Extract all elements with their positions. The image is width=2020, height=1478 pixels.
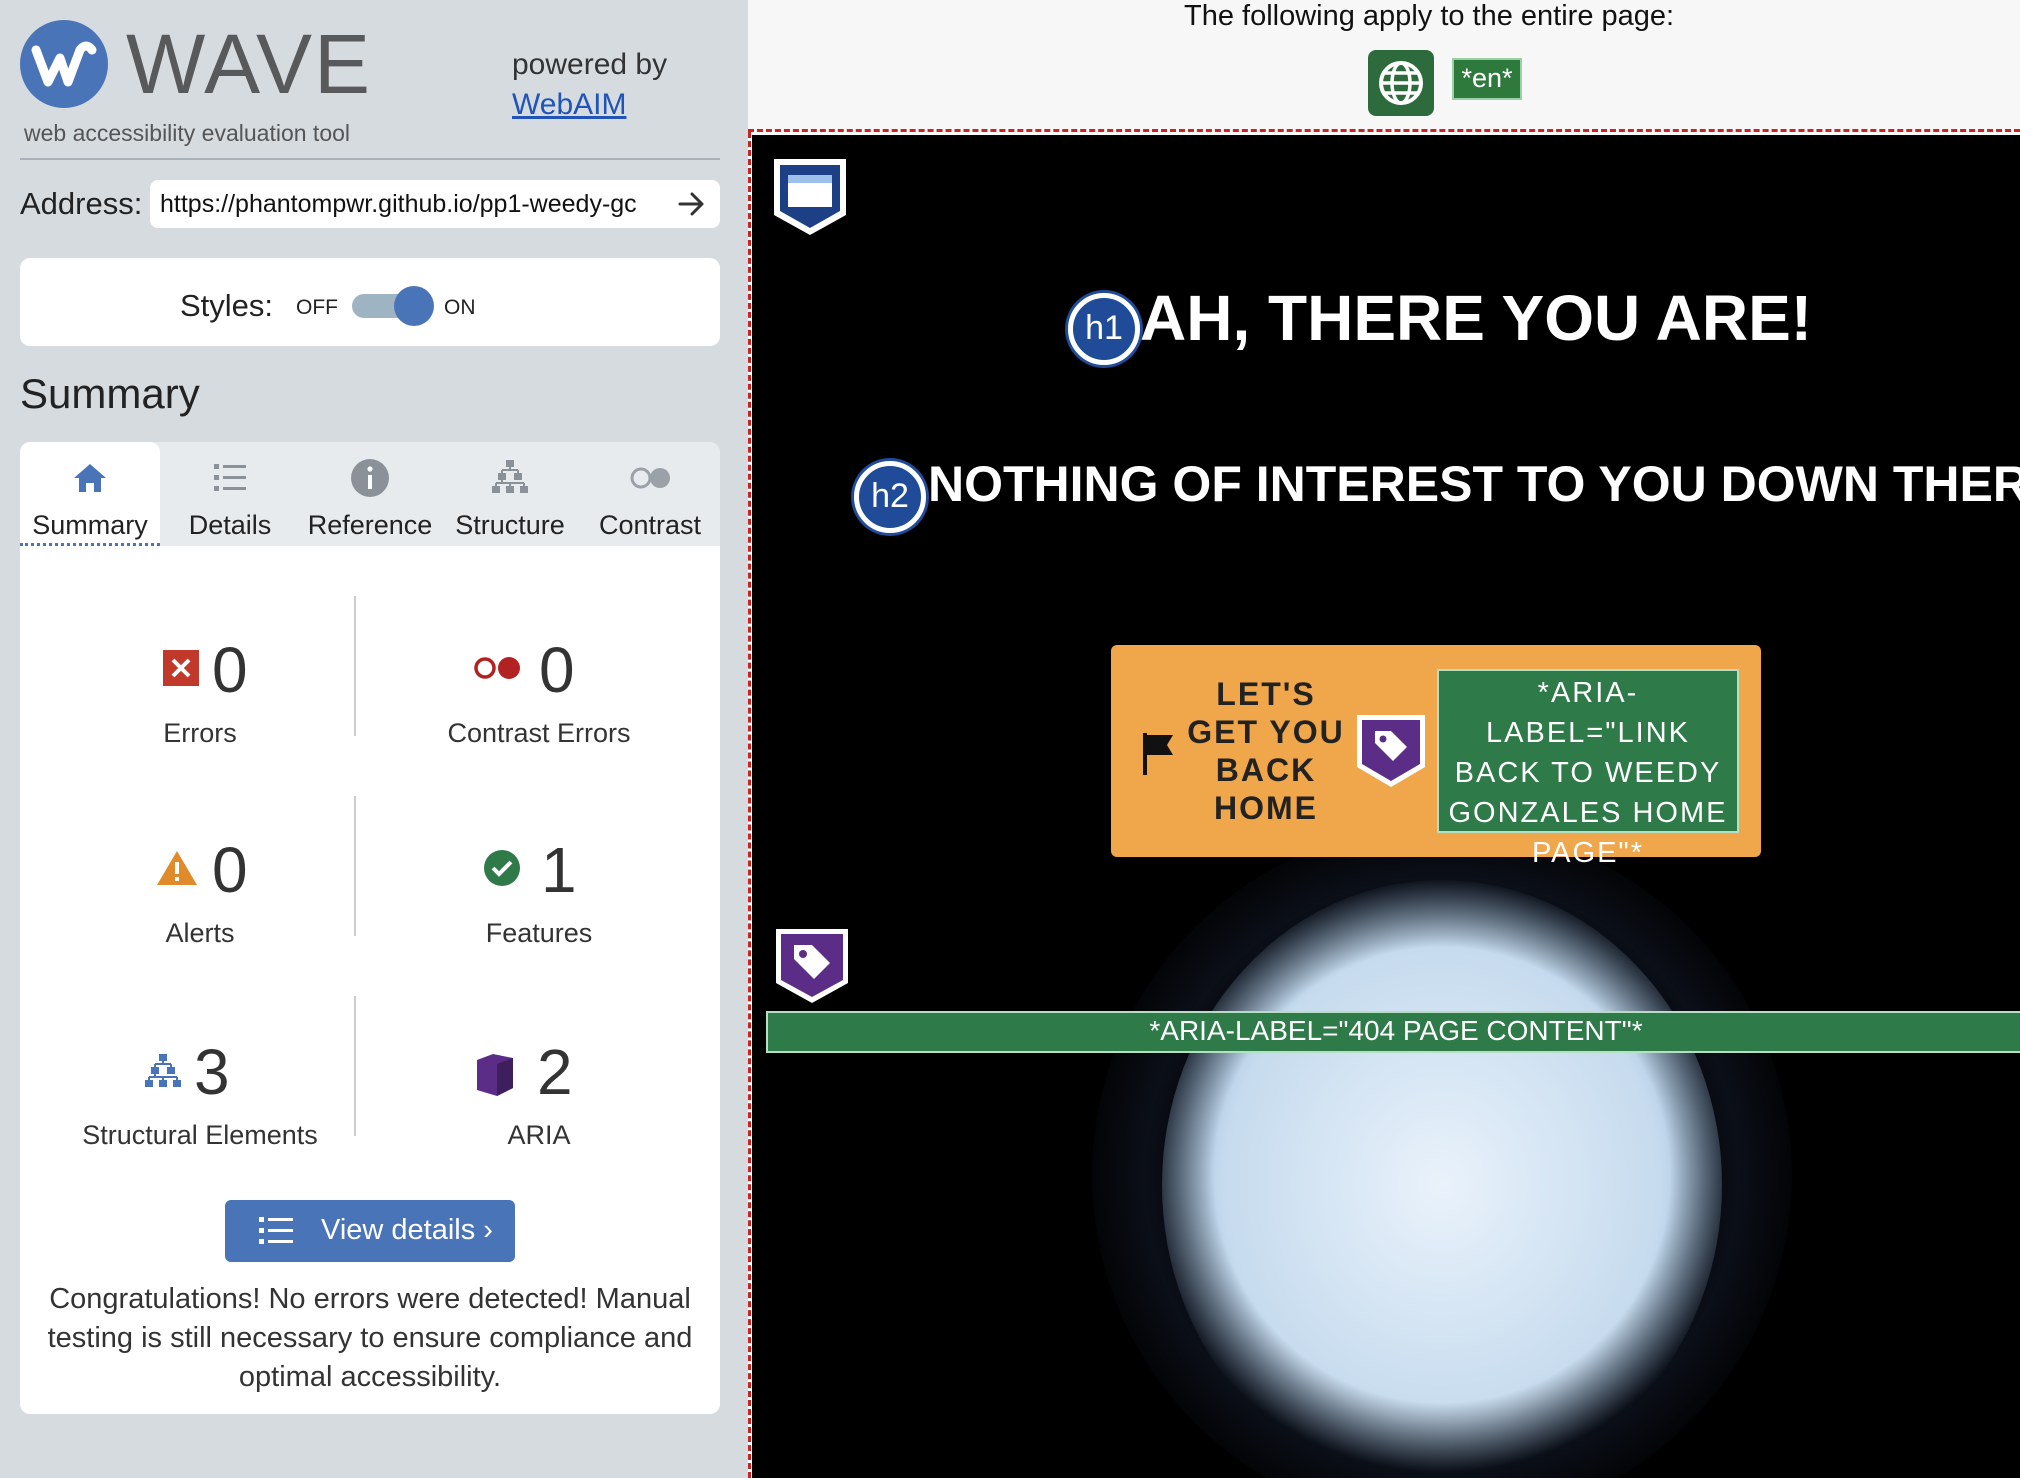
address-input[interactable] [150, 180, 720, 228]
stat-label: Errors [163, 718, 237, 748]
arrow-right-icon[interactable] [672, 184, 712, 224]
feature-check-icon [479, 848, 525, 894]
tab-reference[interactable]: Reference [300, 442, 440, 546]
aria-tag-icon[interactable] [772, 925, 852, 1007]
aria-label-annotation: *ARIA-LABEL="404 PAGE CONTENT"* [766, 1011, 2020, 1053]
stat-count: 2 [537, 1036, 573, 1108]
tab-label: Structure [455, 510, 565, 540]
wave-sidebar: WAVE web accessibility evaluation tool p… [0, 0, 748, 1478]
alert-icon [154, 848, 200, 894]
styles-label: Styles: [180, 288, 274, 323]
toggle-knob[interactable] [394, 286, 434, 326]
stat-label: Structural Elements [82, 1120, 318, 1150]
divider [354, 796, 356, 936]
powered-by-text: powered by [512, 48, 668, 81]
aria-cube-icon [471, 1050, 517, 1096]
logo-tagline: web accessibility evaluation tool [24, 120, 351, 146]
aria-tag-icon[interactable] [1353, 711, 1429, 791]
globe-icon[interactable] [1368, 50, 1434, 116]
heading-h1: AH, THERE YOU ARE! [1140, 282, 1813, 354]
address-label: Address: [20, 186, 143, 221]
structure-icon [140, 1050, 186, 1096]
view-details-button[interactable]: View details › [225, 1200, 515, 1262]
back-home-link[interactable]: LET'S GET YOU BACK HOME *ARIA-LABEL="LIN… [1111, 645, 1761, 869]
tab-label: Summary [32, 510, 148, 540]
summary-panel: 0 Errors 0 Contrast Errors 0 Alerts 1 Fe… [20, 546, 720, 1414]
h2-badge[interactable]: h2 [854, 461, 926, 533]
webaim-link[interactable]: WebAIM [512, 88, 626, 122]
home-icon [68, 456, 112, 500]
tab-summary[interactable]: Summary [20, 442, 160, 546]
tab-label: Contrast [598, 510, 702, 540]
list-icon [257, 1214, 295, 1248]
page-apply-text: The following apply to the entire page: [1184, 0, 1675, 32]
stat-count: 0 [539, 634, 575, 706]
view-details-label: View details › [321, 1214, 493, 1246]
flag-icon [1139, 731, 1177, 777]
stat-count: 1 [541, 834, 577, 906]
panel-tabs: Summary Details Reference Structure Cont… [20, 442, 720, 546]
contrast-error-icon [471, 648, 527, 694]
aria-label-annotation: *ARIA-LABEL="LINK BACK TO WEEDY GONZALES… [1437, 669, 1739, 869]
tab-contrast[interactable]: Contrast [580, 442, 720, 546]
stat-count: 0 [212, 834, 248, 906]
stat-label: Contrast Errors [447, 718, 631, 748]
language-badge[interactable]: *en* [1452, 58, 1522, 100]
styles-on-label: ON [444, 296, 476, 319]
stat-label: Features [485, 918, 593, 948]
divider [20, 158, 720, 160]
heading-h2: NOTHING OF INTEREST TO YOU DOWN THERE. [928, 456, 2020, 512]
congrats-message: Congratulations! No errors were detected… [47, 1283, 693, 1393]
styles-off-label: OFF [296, 296, 338, 319]
stat-label: Alerts [165, 918, 235, 948]
stat-count: 3 [194, 1036, 230, 1108]
list-icon [208, 456, 252, 500]
region-icon[interactable] [770, 155, 850, 239]
structure-icon [488, 456, 532, 500]
stat-count: 0 [212, 634, 248, 706]
site-content: h1 AH, THERE YOU ARE! h2 NOTHING OF INTE… [752, 135, 2020, 1478]
h1-badge[interactable]: h1 [1068, 293, 1140, 365]
wave-logo-text: WAVE [126, 17, 373, 111]
divider [354, 996, 356, 1136]
tab-label: Reference [307, 510, 433, 540]
wave-logo-icon [20, 20, 108, 108]
styles-toggle-card: Styles: OFF ON [20, 258, 720, 346]
page-preview: The following apply to the entire page: … [748, 0, 2020, 1478]
tab-label: Details [188, 510, 272, 540]
well-shadow [1092, 825, 1792, 1478]
summary-heading: Summary [20, 370, 200, 417]
contrast-icon [628, 456, 672, 500]
stat-label: ARIA [507, 1120, 571, 1150]
cta-text: LET'S GET YOU BACK HOME [1187, 676, 1345, 826]
styles-toggle[interactable] [352, 286, 434, 326]
divider [354, 596, 356, 736]
page-level-header: The following apply to the entire page: … [748, 0, 2020, 132]
tab-structure[interactable]: Structure [440, 442, 580, 546]
tab-details[interactable]: Details [160, 442, 300, 546]
info-icon [348, 456, 392, 500]
error-icon [158, 648, 204, 694]
frame-border [748, 132, 751, 1478]
